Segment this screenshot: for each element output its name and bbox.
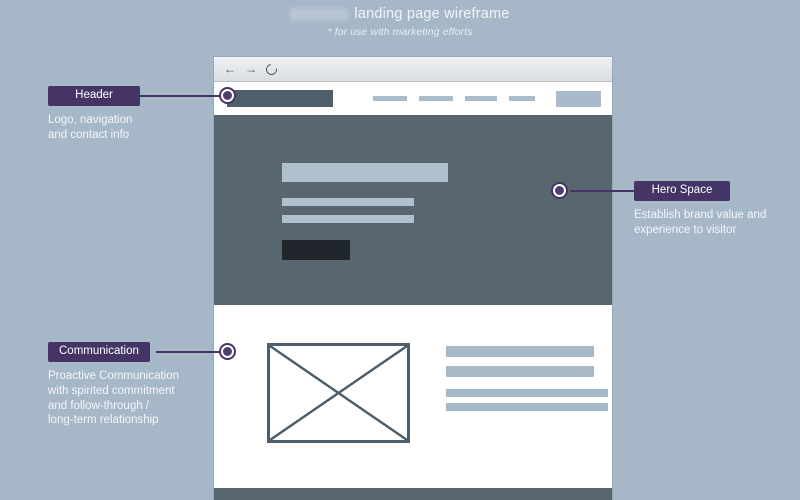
browser-chrome-bar: ← → (214, 57, 612, 82)
nav-link-placeholder-2[interactable] (419, 96, 453, 101)
callout-description-hero-space: Establish brand value and experience to … (634, 209, 767, 236)
callout-header: Header Logo, navigation and contact info (48, 85, 140, 143)
header-cta-button-placeholder[interactable] (556, 90, 601, 107)
content-section (214, 305, 612, 469)
callout-communication: Communication Proactive Communication wi… (48, 341, 179, 428)
page-title: landing page wireframe (290, 4, 509, 22)
hero-cta-button-placeholder[interactable] (282, 240, 350, 260)
nav-links-group (373, 90, 601, 107)
connector-dot-hero (551, 182, 568, 199)
nav-link-placeholder-4[interactable] (509, 96, 535, 101)
callout-badge-header[interactable]: Header (48, 86, 140, 107)
page-subtitle: * for use with marketing efforts (327, 26, 473, 38)
logo-placeholder[interactable] (227, 90, 333, 107)
callout-badge-communication[interactable]: Communication (48, 342, 150, 363)
content-text-lines-group (446, 343, 608, 469)
forward-arrow-icon[interactable]: → (245, 63, 257, 75)
content-text-line-placeholder-1 (446, 346, 594, 357)
content-text-line-placeholder-4 (446, 403, 608, 411)
wireframe-site-header (214, 82, 612, 115)
connector-dot-header (219, 87, 236, 104)
browser-window-mockup: ← → (214, 57, 612, 500)
callout-description-communication: Proactive Communication with spirited co… (48, 370, 180, 427)
page-title-block: landing page wireframe * for use with ma… (0, 4, 800, 38)
callout-hero-space: Hero Space Establish brand value and exp… (634, 180, 766, 238)
hero-heading-placeholder (282, 163, 448, 182)
content-text-line-placeholder-3 (446, 389, 608, 397)
hero-section (214, 115, 612, 305)
hero-text-line-placeholder-1 (282, 198, 414, 206)
back-arrow-icon[interactable]: ← (224, 63, 236, 75)
nav-link-placeholder-1[interactable] (373, 96, 407, 101)
image-placeholder-icon (267, 343, 410, 443)
nav-link-placeholder-3[interactable] (465, 96, 497, 101)
content-text-line-placeholder-2 (446, 366, 594, 377)
reload-icon[interactable] (263, 61, 280, 77)
hero-text-line-placeholder-2 (282, 215, 414, 223)
connector-line-hero (570, 190, 636, 192)
redacted-logo-text (290, 7, 349, 21)
footer-section-placeholder (214, 488, 612, 500)
callout-description-header: Logo, navigation and contact info (48, 114, 133, 141)
callout-badge-hero-space[interactable]: Hero Space (634, 181, 730, 202)
connector-line-header (140, 95, 225, 97)
page-title-text: landing page wireframe (354, 6, 510, 22)
connector-dot-communication (219, 343, 236, 360)
